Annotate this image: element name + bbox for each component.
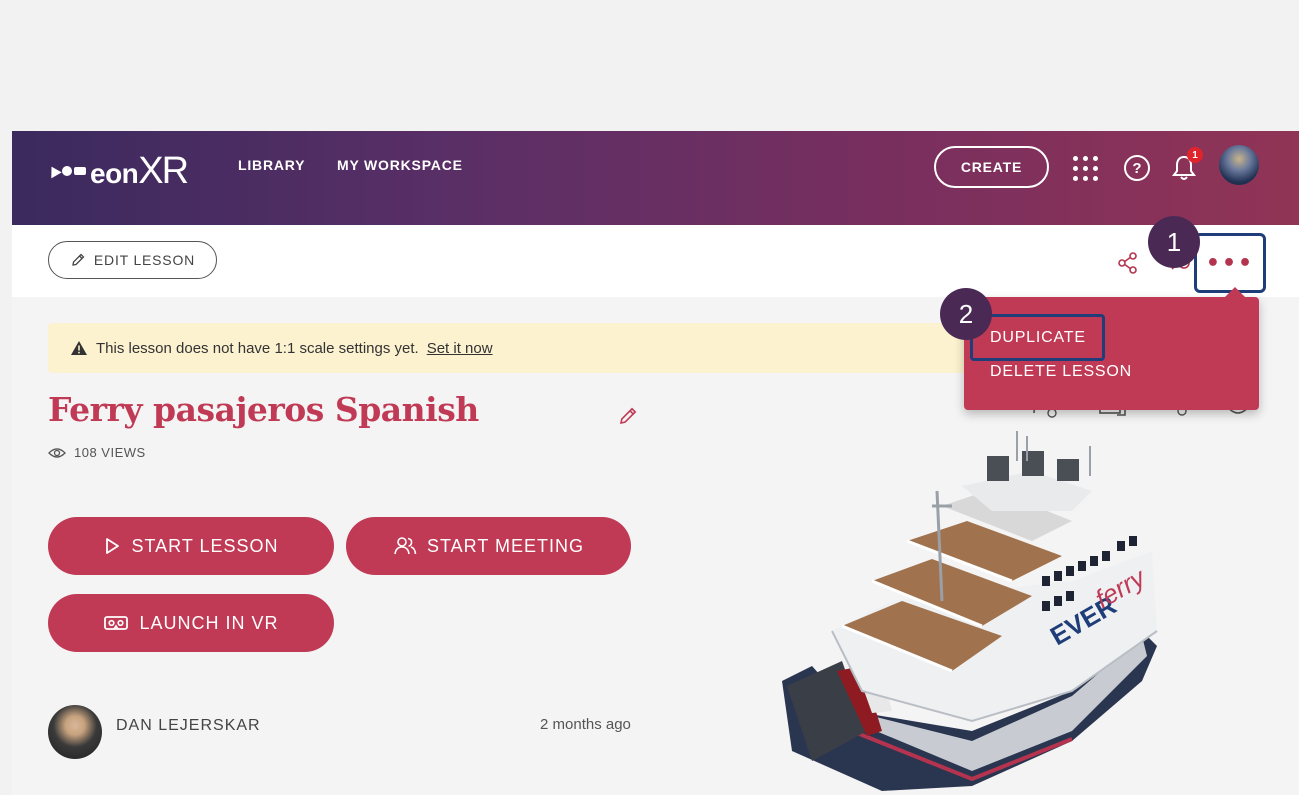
- step-callout-2: 2: [940, 288, 992, 340]
- edit-lesson-button[interactable]: EDIT LESSON: [48, 241, 217, 279]
- user-avatar[interactable]: [1219, 145, 1259, 185]
- eye-icon: [48, 447, 66, 458]
- edit-title-icon[interactable]: [617, 405, 639, 427]
- apps-grid-icon[interactable]: [1073, 156, 1099, 182]
- author-name[interactable]: DAN LEJERSKAR: [116, 717, 261, 735]
- views-label: 108 VIEWS: [74, 445, 146, 460]
- warning-icon: [71, 341, 87, 355]
- scale-warning-banner: This lesson does not have 1:1 scale sett…: [48, 323, 988, 373]
- launch-in-vr-button[interactable]: LAUNCH IN VR: [48, 594, 334, 652]
- created-time: 2 months ago: [540, 716, 631, 733]
- logo-mark-icon: [46, 163, 86, 179]
- more-options-button[interactable]: •••: [1194, 233, 1266, 293]
- lesson-title: Ferry pasajeros Spanish: [48, 390, 479, 429]
- share-icon[interactable]: [1116, 251, 1140, 275]
- users-icon: [394, 537, 417, 555]
- nav-library[interactable]: LIBRARY: [238, 157, 305, 173]
- nav-my-workspace[interactable]: MY WORKSPACE: [337, 157, 463, 173]
- author-avatar[interactable]: [48, 705, 102, 759]
- pencil-icon: [72, 253, 85, 266]
- lesson-toolbar: EDIT LESSON •••: [12, 225, 1299, 297]
- vr-headset-icon: [104, 616, 129, 630]
- logo-text: eon: [90, 157, 139, 189]
- edit-lesson-label: EDIT LESSON: [93, 252, 196, 268]
- ferry-3d-model-preview[interactable]: EVER ferry: [772, 431, 1172, 795]
- launch-in-vr-label: LAUNCH IN VR: [139, 612, 279, 633]
- start-lesson-button[interactable]: START LESSON: [48, 517, 334, 575]
- step-callout-1: 1: [1148, 216, 1200, 268]
- start-lesson-label: START LESSON: [131, 535, 279, 556]
- start-meeting-label: START MEETING: [426, 535, 585, 556]
- menu-item-delete-lesson[interactable]: DELETE LESSON: [990, 363, 1132, 381]
- logo-text-xr: XR: [138, 149, 189, 192]
- notification-badge: 1: [1187, 147, 1203, 163]
- create-button[interactable]: CREATE: [934, 146, 1049, 188]
- app-window: eonXR LIBRARY MY WORKSPACE CREATE ? 1 ED…: [12, 131, 1299, 795]
- eonxr-logo[interactable]: eonXR: [46, 149, 189, 192]
- play-icon: [106, 538, 120, 554]
- set-it-now-link[interactable]: Set it now: [427, 340, 493, 357]
- blank-area-above-app: [0, 0, 1299, 131]
- warning-text: This lesson does not have 1:1 scale sett…: [96, 339, 419, 357]
- top-navbar: eonXR LIBRARY MY WORKSPACE CREATE ? 1: [12, 131, 1299, 225]
- views-count: 108 VIEWS: [48, 445, 146, 460]
- start-meeting-button[interactable]: START MEETING: [346, 517, 631, 575]
- help-icon[interactable]: ?: [1124, 155, 1150, 181]
